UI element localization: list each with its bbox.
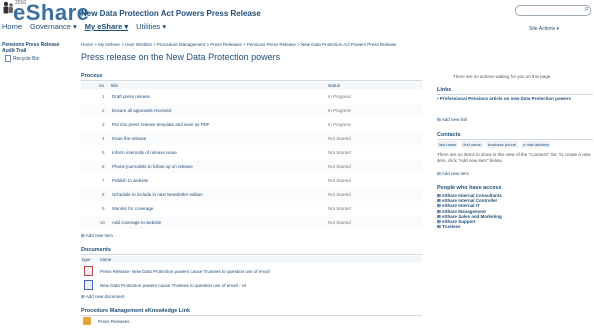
row-number: 4 xyxy=(102,136,105,141)
row-number: 9 xyxy=(102,206,105,211)
col-status[interactable]: status xyxy=(328,83,340,88)
process-row[interactable]: 5 Inform internally of release issue Not S… xyxy=(81,147,422,159)
task-status: Not Started xyxy=(328,164,351,169)
col-last-name[interactable]: last name xyxy=(437,141,459,148)
documents-header-row: type name xyxy=(81,256,422,263)
process-row[interactable]: 8 Schedule to include in next Newsletter … xyxy=(81,189,422,201)
word-doc-icon xyxy=(84,280,93,290)
bullet-icon: • xyxy=(437,96,439,101)
task-status: Not Started xyxy=(328,136,351,141)
document-row[interactable]: New Data Protection powers cause Trustee… xyxy=(81,279,422,291)
links-item[interactable]: • Professional Pensions article on new D… xyxy=(437,96,589,102)
row-number: 8 xyxy=(102,192,105,197)
task-status: In Progress xyxy=(328,122,352,127)
add-new-item-link[interactable]: ⊞ Add new item xyxy=(81,233,113,239)
col-business-phone[interactable]: business phone xyxy=(485,141,518,148)
task-title[interactable]: Add coverage to website xyxy=(112,220,161,225)
no-actions-message: There are no actions waiting for you on … xyxy=(453,74,551,79)
document-name[interactable]: Press Release- New Data Protection power… xyxy=(100,269,270,274)
divider xyxy=(81,315,422,316)
col-email[interactable]: e-mail address xyxy=(520,141,552,148)
row-number: 5 xyxy=(102,150,105,155)
sidebar-item-audit-trail[interactable]: Audit Trail xyxy=(2,48,62,54)
task-status: Not Started xyxy=(328,178,351,183)
nav-home[interactable]: Home xyxy=(2,22,22,31)
people-list: ⊞ eShare Internal Consultants ⊞ eShare I… xyxy=(437,193,502,229)
row-number: 10 xyxy=(100,220,106,225)
process-row[interactable]: 10 Add coverage to website Not Started xyxy=(81,217,422,229)
divider xyxy=(81,80,422,81)
task-status: Not Started xyxy=(328,220,351,225)
breadcrumb[interactable]: Home > My eShare > User Worklist > Proce… xyxy=(81,42,397,47)
task-title[interactable]: Schedule to include in next Newsletter e… xyxy=(112,192,203,197)
site-actions-menu[interactable]: Site Actions ▾ xyxy=(529,26,559,32)
task-status: Not Started xyxy=(328,192,351,197)
knowledge-icon xyxy=(83,317,91,325)
process-row[interactable]: 9 Monitor for coverage Not Started xyxy=(81,203,422,215)
page-heading: New Data Protection Act Powers Press Rel… xyxy=(81,9,261,18)
document-row[interactable]: Press Release- New Data Protection power… xyxy=(81,265,422,277)
task-title[interactable]: Monitor for coverage xyxy=(112,206,153,211)
task-title[interactable]: Draft press release xyxy=(112,94,150,99)
documents-section-title: Documents xyxy=(81,247,111,253)
sidebar-item-recycle-bin[interactable]: Recycle Bin xyxy=(2,55,62,62)
process-row[interactable]: 4 Issue the release Not Started xyxy=(81,133,422,145)
top-navigation: Home Governance ▾ My eShare ▾ Utilities … xyxy=(2,22,166,31)
process-row[interactable]: 1 Draft press release In Progress xyxy=(81,91,422,103)
nav-utilities[interactable]: Utilities ▾ xyxy=(136,22,166,31)
divider xyxy=(81,254,422,255)
process-row[interactable]: 7 Publish to website Not Started xyxy=(81,175,422,187)
task-title[interactable]: Put into press release template and save… xyxy=(112,122,210,127)
logo-text[interactable]: eShare xyxy=(13,2,89,24)
add-new-contact[interactable]: ⊞ Add new item xyxy=(437,171,469,177)
task-status: Not Started xyxy=(328,150,351,155)
process-row[interactable]: 3 Put into press release template and sav… xyxy=(81,119,422,131)
knowledge-section-title: Procedure Management eKnowledge Link xyxy=(81,308,191,314)
recycle-bin-icon xyxy=(5,55,11,62)
col-title[interactable]: title xyxy=(111,83,118,88)
search-input[interactable]: ⌕ xyxy=(515,4,591,16)
col-type[interactable]: type xyxy=(82,257,91,262)
row-number: 6 xyxy=(102,164,105,169)
page-title: Press release on the New Data Protection… xyxy=(81,52,281,62)
task-status: In Progress xyxy=(328,94,352,99)
sidebar: Pensions Press Release Audit Trail Recyc… xyxy=(2,42,62,62)
process-header-row: no title status xyxy=(81,82,422,89)
row-number: 1 xyxy=(102,94,105,99)
search-icon[interactable]: ⌕ xyxy=(585,4,589,14)
col-first-name[interactable]: first name xyxy=(461,141,483,148)
task-status: Not Started xyxy=(328,206,351,211)
row-number: 7 xyxy=(102,178,105,183)
row-number: 2 xyxy=(102,108,105,113)
add-new-document-link[interactable]: ⊞ Add new document xyxy=(81,294,124,300)
links-section-title: Links xyxy=(437,87,452,93)
col-no[interactable]: no xyxy=(99,83,104,88)
divider xyxy=(437,139,593,140)
pdf-icon xyxy=(84,266,93,276)
task-title[interactable]: Issue the release xyxy=(112,136,146,141)
knowledge-item-label[interactable]: Press Releases xyxy=(98,319,130,324)
task-title[interactable]: Inform internally of release issue xyxy=(112,150,177,155)
nav-governance[interactable]: Governance ▾ xyxy=(30,22,77,31)
contacts-header-row: last name first name business phone e-ma… xyxy=(437,141,552,148)
contacts-section-title: Contacts xyxy=(437,132,461,138)
task-title[interactable]: Publish to website xyxy=(112,178,148,183)
row-number: 3 xyxy=(102,122,105,127)
knowledge-item[interactable]: Press Releases xyxy=(81,317,281,327)
people-section-title: People who have access xyxy=(437,185,502,191)
process-row[interactable]: 6 Phone journalists to follow up on relea… xyxy=(81,161,422,173)
task-status: In Progress xyxy=(328,108,352,113)
col-name[interactable]: name xyxy=(100,257,111,262)
people-item[interactable]: ⊞ Trustees xyxy=(437,224,502,229)
add-new-link[interactable]: ⊞ Add new link xyxy=(437,117,467,123)
task-title[interactable]: Phone journalists to follow up on releas… xyxy=(112,164,193,169)
contacts-empty-message: There are no items to show in this view … xyxy=(437,152,591,163)
document-name[interactable]: New Data Protection powers cause Trustee… xyxy=(100,283,246,288)
nav-my-eshare[interactable]: My eShare ▾ xyxy=(85,22,128,31)
process-row[interactable]: 2 Ensure all approvals received In Progres… xyxy=(81,105,422,117)
divider xyxy=(437,94,593,95)
process-section-title: Process xyxy=(81,73,103,79)
task-title[interactable]: Ensure all approvals received xyxy=(112,108,171,113)
